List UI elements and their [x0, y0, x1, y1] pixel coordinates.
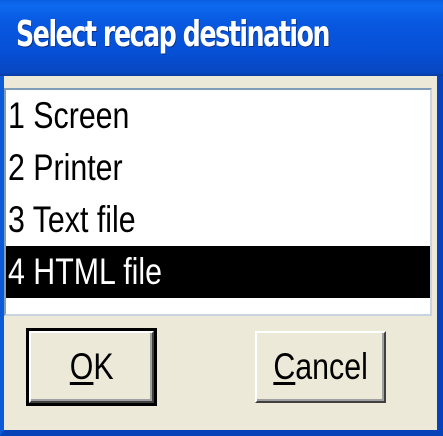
list-item-label: 4 HTML file	[8, 251, 162, 292]
ok-button-label: OK	[70, 346, 114, 388]
list-item-html-file[interactable]: 4 HTML file	[6, 246, 430, 298]
list-item-label: 2 Printer	[8, 147, 123, 188]
list-item-printer[interactable]: 2 Printer	[6, 142, 430, 194]
recap-destination-dialog: Select recap destination 1 Screen 2 Prin…	[0, 0, 443, 436]
cancel-mnemonic: C	[273, 346, 296, 387]
cancel-label-rest: ancel	[295, 346, 368, 387]
cancel-button-label: Cancel	[273, 346, 367, 388]
list-item-label: 3 Text file	[8, 199, 136, 240]
ok-button[interactable]: OK	[26, 328, 157, 406]
list-item-text-file[interactable]: 3 Text file	[6, 194, 430, 246]
list-item-screen[interactable]: 1 Screen	[6, 90, 430, 142]
dialog-title: Select recap destination	[16, 14, 330, 55]
list-item-label: 1 Screen	[8, 95, 130, 136]
ok-label-rest: K	[93, 346, 114, 387]
destination-listbox[interactable]: 1 Screen 2 Printer 3 Text file 4 HTML fi…	[4, 88, 432, 316]
title-bar[interactable]: Select recap destination	[0, 0, 443, 76]
cancel-button[interactable]: Cancel	[255, 331, 386, 403]
ok-mnemonic: O	[69, 346, 94, 387]
